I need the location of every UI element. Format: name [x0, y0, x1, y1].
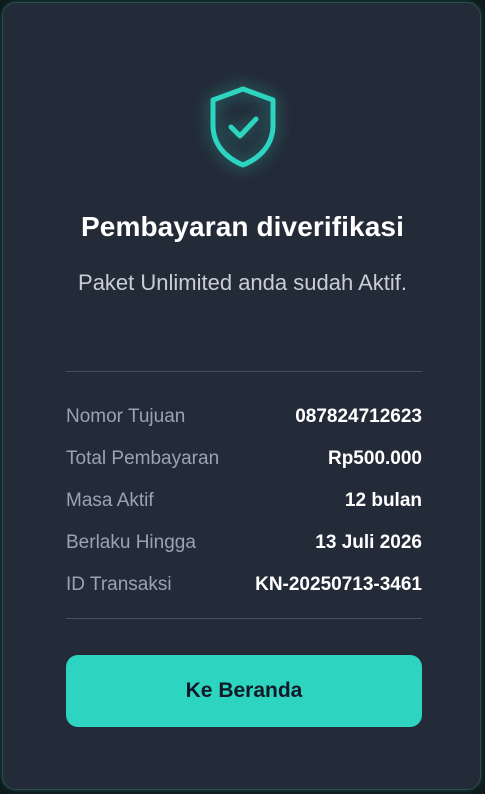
detail-row-id-transaksi: ID Transaksi KN-20250713-3461 — [66, 564, 422, 606]
divider — [66, 618, 422, 619]
detail-row-total-pembayaran: Total Pembayaran Rp500.000 — [66, 438, 422, 480]
status-message: Paket Unlimited anda sudah Aktif. — [78, 270, 407, 295]
verification-card: Pembayaran diverifikasi Paket Unlimited … — [2, 2, 481, 790]
home-button[interactable]: Ke Beranda — [66, 655, 422, 727]
detail-label: ID Transaksi — [66, 574, 172, 595]
detail-label: Masa Aktif — [66, 490, 154, 511]
transaction-details: Nomor Tujuan 087824712623 Total Pembayar… — [66, 396, 422, 606]
detail-label: Nomor Tujuan — [66, 406, 186, 427]
detail-value: KN-20250713-3461 — [255, 574, 422, 595]
detail-value: 12 bulan — [344, 490, 422, 511]
detail-label: Berlaku Hingga — [66, 532, 196, 553]
detail-row-berlaku-hingga: Berlaku Hingga 13 Juli 2026 — [66, 522, 422, 564]
detail-value: Rp500.000 — [327, 448, 422, 469]
detail-row-masa-aktif: Masa Aktif 12 bulan — [66, 480, 422, 522]
shield-check-icon — [208, 85, 278, 169]
detail-value: 087824712623 — [295, 406, 422, 427]
divider — [66, 371, 422, 372]
detail-row-nomor-tujuan: Nomor Tujuan 087824712623 — [66, 396, 422, 438]
page-title: Pembayaran diverifikasi — [81, 211, 404, 242]
detail-label: Total Pembayaran — [66, 448, 220, 469]
detail-value: 13 Juli 2026 — [315, 532, 422, 553]
